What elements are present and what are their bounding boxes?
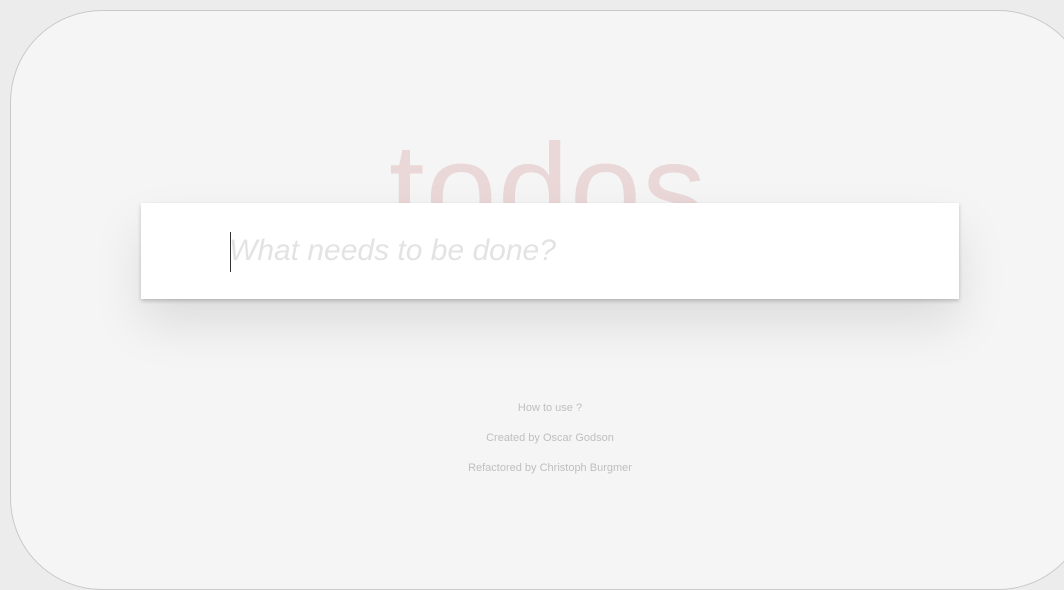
new-todo-input[interactable] bbox=[229, 221, 929, 281]
new-todo-panel bbox=[141, 203, 959, 299]
app-frame bbox=[10, 10, 1064, 590]
how-to-use-link[interactable]: How to use ? bbox=[0, 393, 1064, 423]
info-footer: How to use ? Created by Oscar Godson Ref… bbox=[0, 393, 1064, 483]
text-cursor bbox=[230, 232, 231, 272]
created-by-text: Created by Oscar Godson bbox=[486, 432, 614, 444]
refactored-by-text: Refactored by Christoph Burgmer bbox=[468, 462, 632, 474]
